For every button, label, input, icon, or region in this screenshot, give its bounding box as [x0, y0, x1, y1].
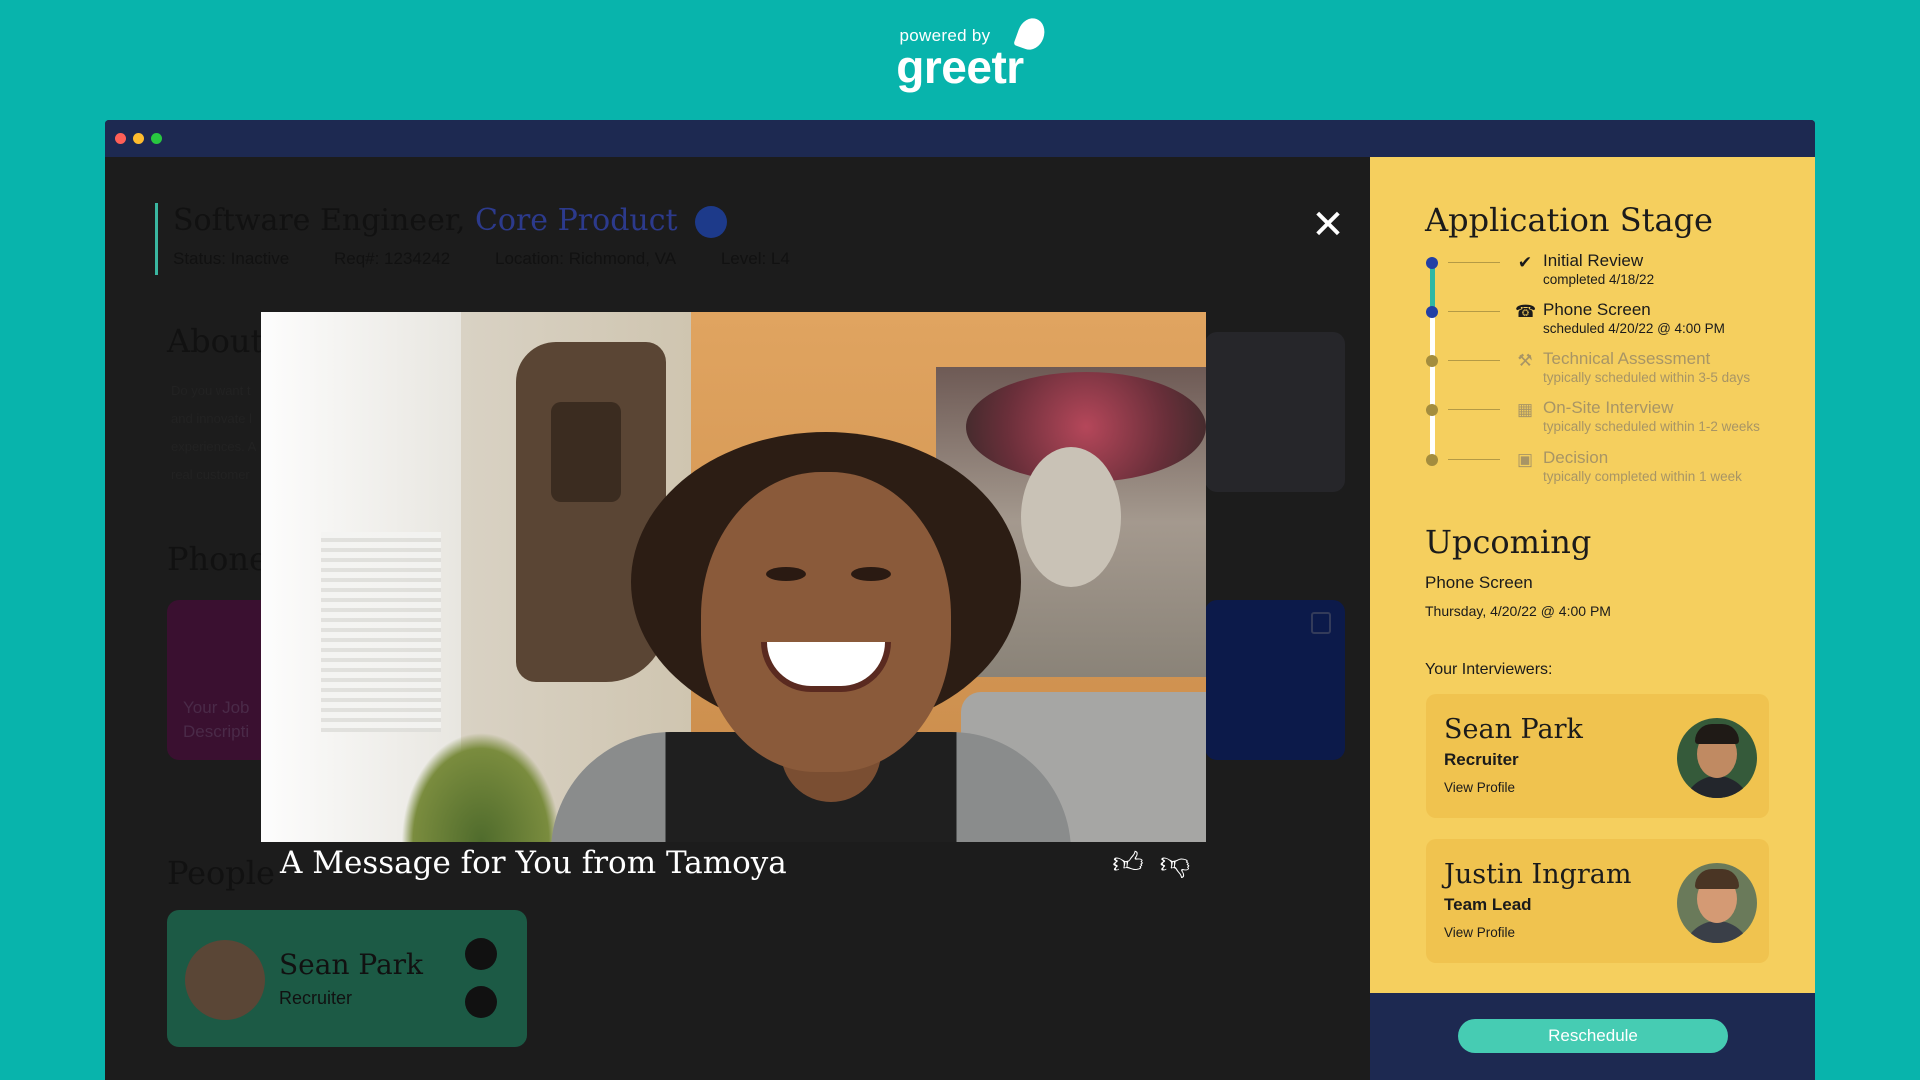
stage-name: Phone Screen	[1543, 300, 1651, 319]
job-meta: Status: Inactive Req#: 1234242 Location:…	[173, 249, 830, 269]
stage-dot	[1426, 257, 1438, 269]
job-location: Location: Richmond, VA	[494, 249, 677, 268]
close-icon[interactable]: ✕	[1310, 205, 1346, 245]
person-name: Sean Park	[279, 948, 424, 981]
stage-dot	[1426, 454, 1438, 466]
avatar	[1677, 863, 1757, 943]
stage-name: Decision	[1543, 448, 1609, 467]
stage-connector	[1448, 311, 1500, 312]
job-status: Status: Inactive	[173, 249, 290, 268]
window-maximize-dot[interactable]	[151, 133, 162, 144]
stage-dot	[1426, 355, 1438, 367]
sidebar-footer: Reschedule	[1370, 993, 1815, 1080]
stage-subtitle: completed 4/18/22	[1543, 272, 1655, 287]
application-sidebar: Application Stage ✔ Initial Review compl…	[1370, 157, 1815, 993]
video-speaker-eye	[851, 567, 891, 581]
stage-technical-assessment: ⚒ Technical Assessment typically schedul…	[1426, 349, 1786, 403]
interviewer-name: Justin Ingram	[1444, 859, 1632, 890]
logo-text: greetr	[896, 41, 1024, 93]
avatar-hair	[1695, 869, 1739, 889]
view-profile-link[interactable]: View Profile	[1444, 925, 1515, 940]
stage-decision: ▣ Decision typically completed within 1 …	[1426, 448, 1786, 502]
thumbs-down-icon[interactable]: 👎︎	[1157, 846, 1193, 882]
about-text: Do you want t and innovate l experiences…	[171, 383, 256, 482]
stage-dot	[1426, 306, 1438, 318]
job-detail-panel: Software Engineer, Core Product Status: …	[105, 157, 1370, 1080]
stage-connector	[1448, 409, 1500, 410]
interviewer-role: Team Lead	[1444, 895, 1532, 914]
email-icon[interactable]	[465, 986, 497, 1018]
avatar-shoulders	[1683, 776, 1751, 798]
view-profile-link[interactable]: View Profile	[1444, 780, 1515, 795]
job-description-label: Your Job Descripti	[183, 698, 250, 741]
stage-phone-screen: ☎ Phone Screen scheduled 4/20/22 @ 4:00 …	[1426, 300, 1786, 354]
stage-name: Technical Assessment	[1543, 349, 1711, 368]
thumbs-up-icon[interactable]: 👍︎	[1110, 846, 1146, 882]
interviewer-card: Sean Park Recruiter View Profile	[1426, 694, 1769, 818]
stage-initial-review: ✔ Initial Review completed 4/18/22	[1426, 251, 1786, 305]
interviewers-label: Your Interviewers:	[1425, 661, 1553, 678]
interviewer-card: Justin Ingram Team Lead View Profile	[1426, 839, 1769, 963]
window-titlebar	[105, 120, 1815, 157]
application-stage-title: Application Stage	[1425, 201, 1713, 239]
greetr-logo: greetr	[896, 14, 1049, 94]
job-req: Req#: 1234242	[333, 249, 451, 268]
phone-icon: ☎	[1515, 302, 1537, 321]
interviewer-name: Sean Park	[1444, 714, 1583, 745]
people-section-title: People	[167, 854, 275, 892]
stage-subtitle: scheduled 4/20/22 @ 4:00 PM	[1543, 321, 1725, 336]
video-card[interactable]	[1205, 600, 1345, 760]
video-scene-blinds	[321, 532, 441, 732]
document-icon	[1311, 612, 1331, 634]
window-minimize-dot[interactable]	[133, 133, 144, 144]
stage-dot	[1426, 404, 1438, 416]
stage-connector	[1448, 262, 1500, 263]
avatar	[185, 940, 265, 1020]
stage-subtitle: typically completed within 1 week	[1543, 469, 1742, 484]
about-section-title: About	[167, 322, 264, 360]
person-card[interactable]: Sean Park Recruiter	[167, 910, 527, 1047]
stage-name: Initial Review	[1543, 251, 1644, 270]
video-scene-plant	[401, 732, 561, 842]
avatar-hair	[1695, 724, 1739, 744]
person-frame-icon: ▣	[1516, 450, 1534, 469]
stage-subtitle: typically scheduled within 1-2 weeks	[1543, 419, 1760, 434]
person-role: Recruiter	[279, 988, 353, 1008]
brand-header: powered by greetr	[0, 14, 1920, 94]
office-photo	[1205, 332, 1345, 492]
phone-call-icon[interactable]	[465, 938, 497, 970]
video-scene-shelf-books	[551, 402, 621, 502]
stage-connector	[1448, 360, 1500, 361]
department-badge-icon	[695, 206, 728, 238]
stage-subtitle: typically scheduled within 3-5 days	[1543, 370, 1751, 385]
upcoming-date: Thursday, 4/20/22 @ 4:00 PM	[1425, 603, 1611, 619]
title-accent-line	[155, 203, 158, 275]
phone-section-title: Phone	[167, 540, 268, 578]
window-close-dot[interactable]	[115, 133, 126, 144]
upcoming-type: Phone Screen	[1425, 573, 1533, 592]
video-scene-painting-face	[1021, 447, 1121, 587]
app-window: Software Engineer, Core Product Status: …	[105, 120, 1815, 1080]
wrench-icon: ⚒	[1517, 351, 1533, 370]
avatar-shoulders	[1683, 921, 1751, 943]
job-title-text: Software Engineer,	[173, 203, 466, 238]
job-level: Level: L4	[720, 249, 790, 268]
video-player[interactable]	[261, 312, 1206, 842]
person-check-icon: ✔	[1517, 253, 1533, 272]
reschedule-button[interactable]: Reschedule	[1458, 1019, 1728, 1053]
video-speaker-eye	[766, 567, 806, 581]
job-title: Software Engineer, Core Product	[173, 203, 728, 238]
video-speaker-face	[701, 472, 951, 772]
stage-name: On-Site Interview	[1543, 398, 1674, 417]
avatar	[1677, 718, 1757, 798]
building-icon: ▦	[1516, 400, 1534, 419]
video-caption: A Message for You from Tamoya	[280, 845, 787, 881]
upcoming-title: Upcoming	[1425, 523, 1592, 561]
stage-connector	[1448, 459, 1500, 460]
stage-onsite-interview: ▦ On-Site Interview typically scheduled …	[1426, 398, 1786, 452]
interviewer-role: Recruiter	[1444, 750, 1519, 769]
job-department: Core Product	[474, 203, 678, 238]
